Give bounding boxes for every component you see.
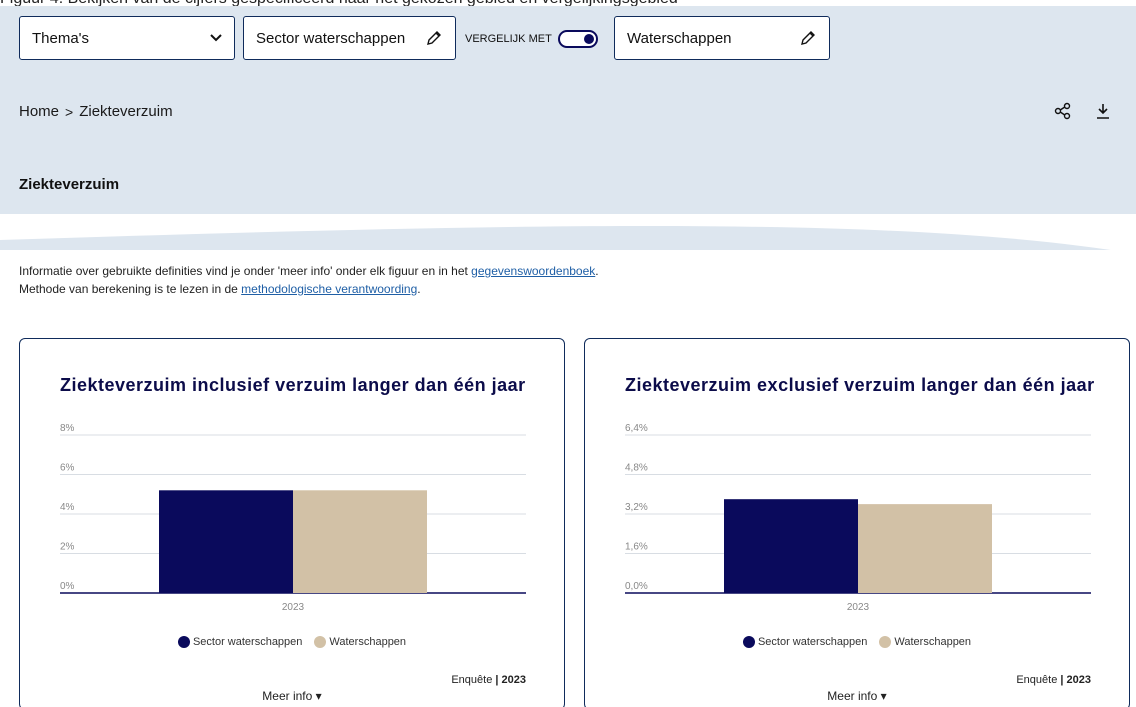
source-year: 2023 (501, 674, 526, 686)
legend-item-series1[interactable]: Sector waterschappen (742, 636, 868, 648)
chart-legend: Sector waterschappen Waterschappen (585, 636, 1129, 648)
y-tick-label: 2% (60, 542, 75, 553)
legend-swatch (177, 636, 190, 648)
chart-title: Ziekteverzuim exclusief verzuim langer d… (625, 375, 1095, 395)
info-line1-end: . (595, 264, 599, 278)
breadcrumb-separator: > (65, 103, 74, 120)
caret-down-icon: ▾ (880, 689, 887, 703)
legend-label: Sector waterschappen (757, 636, 868, 648)
chart-source: Enquête | 2023 (451, 674, 526, 686)
info-line1: Informatie over gebruikte definities vin… (19, 264, 472, 278)
y-tick-label: 3,2% (625, 502, 648, 513)
legend-label: Waterschappen (329, 636, 407, 648)
bar-chart: 0,0% 1,6% 3,2% 4,8% 6,4% 2023 (625, 423, 1091, 613)
methodology-link[interactable]: methodologische verantwoording (241, 282, 417, 296)
download-icon[interactable] (1095, 102, 1111, 120)
bar-waterschappen (858, 504, 992, 593)
share-icon[interactable] (1054, 102, 1072, 120)
info-text: Informatie over gebruikte definities vin… (19, 262, 599, 298)
sector-selector[interactable]: Sector waterschappen (243, 16, 456, 60)
y-tick-label: 6% (60, 463, 75, 474)
chart-card-exclusive: Ziekteverzuim exclusief verzuim langer d… (584, 338, 1130, 707)
sector-label: Sector waterschappen (256, 29, 406, 47)
bar-waterschappen (293, 490, 427, 593)
themes-dropdown[interactable]: Thema's (19, 16, 235, 60)
bar-chart: 0% 2% 4% 6% 8% 2023 (60, 423, 526, 613)
chevron-down-icon (210, 34, 222, 42)
compare-toggle-group[interactable]: VERGELIJK MET (465, 30, 598, 48)
glossary-link[interactable]: gegevenswoordenboek (471, 264, 595, 278)
chart-source: Enquête | 2023 (1016, 674, 1091, 686)
legend-swatch (879, 636, 892, 648)
breadcrumb-home[interactable]: Home (19, 103, 59, 120)
source-label: Enquête (451, 674, 493, 686)
bar-sector-waterschappen (724, 499, 858, 593)
breadcrumb: Home > Ziekteverzuim (19, 103, 173, 120)
legend-swatch (742, 636, 755, 648)
themes-label: Thema's (32, 29, 90, 47)
y-tick-label: 0,0% (625, 581, 648, 592)
legend-item-series2[interactable]: Waterschappen (879, 636, 971, 648)
chart-legend: Sector waterschappen Waterschappen (20, 636, 564, 648)
more-info-label: Meer info (827, 689, 878, 703)
page-title: Ziekteverzuim (19, 176, 120, 193)
compare-toggle[interactable] (557, 30, 598, 48)
more-info-button[interactable]: Meer info ▾ (585, 689, 1129, 703)
bar-sector-waterschappen (159, 490, 293, 593)
info-line2-end: . (417, 282, 421, 296)
compare-target-selector[interactable]: Waterschappen (614, 16, 830, 60)
y-tick-label: 4% (60, 502, 75, 513)
legend-item-series2[interactable]: Waterschappen (314, 636, 406, 648)
info-line2: Methode van berekening is te lezen in de (19, 282, 242, 296)
breadcrumb-current: Ziekteverzuim (79, 103, 173, 120)
chart-card-inclusive: Ziekteverzuim inclusief verzuim langer d… (19, 338, 565, 707)
chart-title: Ziekteverzuim inclusief verzuim langer d… (60, 375, 526, 395)
y-tick-label: 0% (60, 581, 75, 592)
legend-label: Waterschappen (894, 636, 972, 648)
legend-item-series1[interactable]: Sector waterschappen (177, 636, 303, 648)
y-tick-label: 1,6% (625, 542, 648, 553)
x-tick-label: 2023 (847, 602, 870, 613)
wave-divider (0, 214, 1136, 254)
source-label: Enquête (1016, 674, 1058, 686)
legend-swatch (314, 636, 327, 648)
caret-down-icon: ▾ (315, 689, 322, 703)
y-tick-label: 4,8% (625, 463, 648, 474)
pencil-icon (801, 31, 815, 45)
compare-target-label: Waterschappen (627, 29, 732, 47)
source-year: 2023 (1066, 674, 1091, 686)
legend-label: Sector waterschappen (192, 636, 303, 648)
compare-label: VERGELIJK MET (465, 33, 552, 45)
more-info-button[interactable]: Meer info ▾ (20, 689, 564, 703)
pencil-icon (427, 31, 441, 45)
more-info-label: Meer info (262, 689, 313, 703)
x-tick-label: 2023 (282, 602, 305, 613)
y-tick-label: 6,4% (625, 423, 648, 434)
y-tick-label: 8% (60, 423, 75, 434)
